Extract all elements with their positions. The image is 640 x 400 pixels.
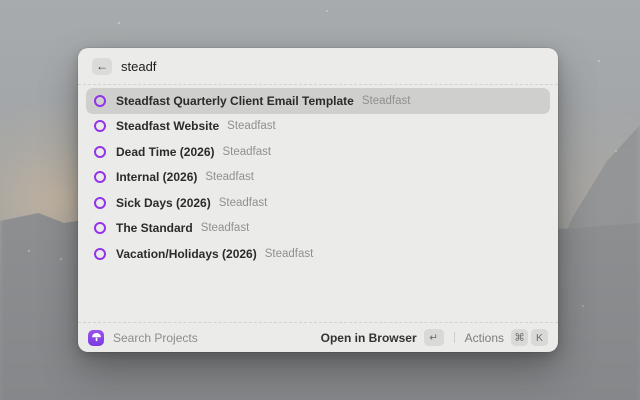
wallpaper-speck bbox=[582, 305, 584, 307]
list-item[interactable]: Dead Time (2026) Steadfast bbox=[86, 139, 550, 165]
project-subtitle: Steadfast bbox=[227, 120, 276, 132]
footer-divider bbox=[454, 332, 455, 343]
list-item[interactable]: The Standard Steadfast bbox=[86, 216, 550, 242]
project-subtitle: Steadfast bbox=[201, 222, 250, 234]
project-subtitle: Steadfast bbox=[219, 197, 268, 209]
project-title: The Standard bbox=[116, 221, 193, 235]
project-title: Steadfast Quarterly Client Email Templat… bbox=[116, 94, 354, 108]
project-ring-icon bbox=[94, 120, 106, 132]
results-list: Steadfast Quarterly Client Email Templat… bbox=[78, 85, 558, 267]
search-header: ← steadf bbox=[78, 48, 558, 85]
project-ring-icon bbox=[94, 171, 106, 183]
list-item[interactable]: Steadfast Website Steadfast bbox=[86, 114, 550, 140]
search-input[interactable]: steadf bbox=[121, 59, 156, 74]
command-key-icon: ⌘ bbox=[511, 329, 528, 346]
project-subtitle: Steadfast bbox=[223, 146, 272, 158]
project-title: Steadfast Website bbox=[116, 119, 219, 133]
project-ring-icon bbox=[94, 222, 106, 234]
k-key-icon: K bbox=[531, 329, 548, 346]
list-item[interactable]: Internal (2026) Steadfast bbox=[86, 165, 550, 191]
project-subtitle: Steadfast bbox=[265, 248, 314, 260]
project-ring-icon bbox=[94, 95, 106, 107]
return-key-icon: ↵ bbox=[424, 329, 444, 346]
back-arrow-icon: ← bbox=[96, 60, 108, 72]
actions-button[interactable]: Actions bbox=[465, 331, 504, 345]
project-ring-icon bbox=[94, 248, 106, 260]
project-subtitle: Steadfast bbox=[205, 171, 254, 183]
wallpaper-speck bbox=[28, 250, 30, 252]
project-title: Dead Time (2026) bbox=[116, 145, 215, 159]
project-title: Sick Days (2026) bbox=[116, 196, 211, 210]
list-item[interactable]: Vacation/Holidays (2026) Steadfast bbox=[86, 241, 550, 267]
wallpaper-speck bbox=[60, 258, 62, 260]
project-subtitle: Steadfast bbox=[362, 95, 411, 107]
project-ring-icon bbox=[94, 197, 106, 209]
footer-bar: Search Projects Open in Browser ↵ Action… bbox=[78, 322, 558, 352]
footer-app-name: Search Projects bbox=[113, 331, 198, 345]
project-title: Vacation/Holidays (2026) bbox=[116, 247, 257, 261]
wallpaper-speck bbox=[598, 60, 600, 62]
list-item[interactable]: Steadfast Quarterly Client Email Templat… bbox=[86, 88, 550, 114]
list-item[interactable]: Sick Days (2026) Steadfast bbox=[86, 190, 550, 216]
wallpaper-speck bbox=[118, 22, 120, 24]
wallpaper-speck bbox=[615, 150, 617, 152]
wallpaper-speck bbox=[326, 10, 328, 12]
back-button[interactable]: ← bbox=[92, 58, 112, 75]
search-projects-app-icon bbox=[88, 330, 104, 346]
open-in-browser-button[interactable]: Open in Browser bbox=[321, 331, 417, 345]
actions-shortcut: ⌘ K bbox=[511, 329, 548, 346]
umbrella-glyph bbox=[91, 332, 102, 343]
project-title: Internal (2026) bbox=[116, 170, 197, 184]
footer-actions: Open in Browser ↵ Actions ⌘ K bbox=[321, 329, 548, 346]
command-palette-window: ← steadf Steadfast Quarterly Client Emai… bbox=[78, 48, 558, 352]
project-ring-icon bbox=[94, 146, 106, 158]
